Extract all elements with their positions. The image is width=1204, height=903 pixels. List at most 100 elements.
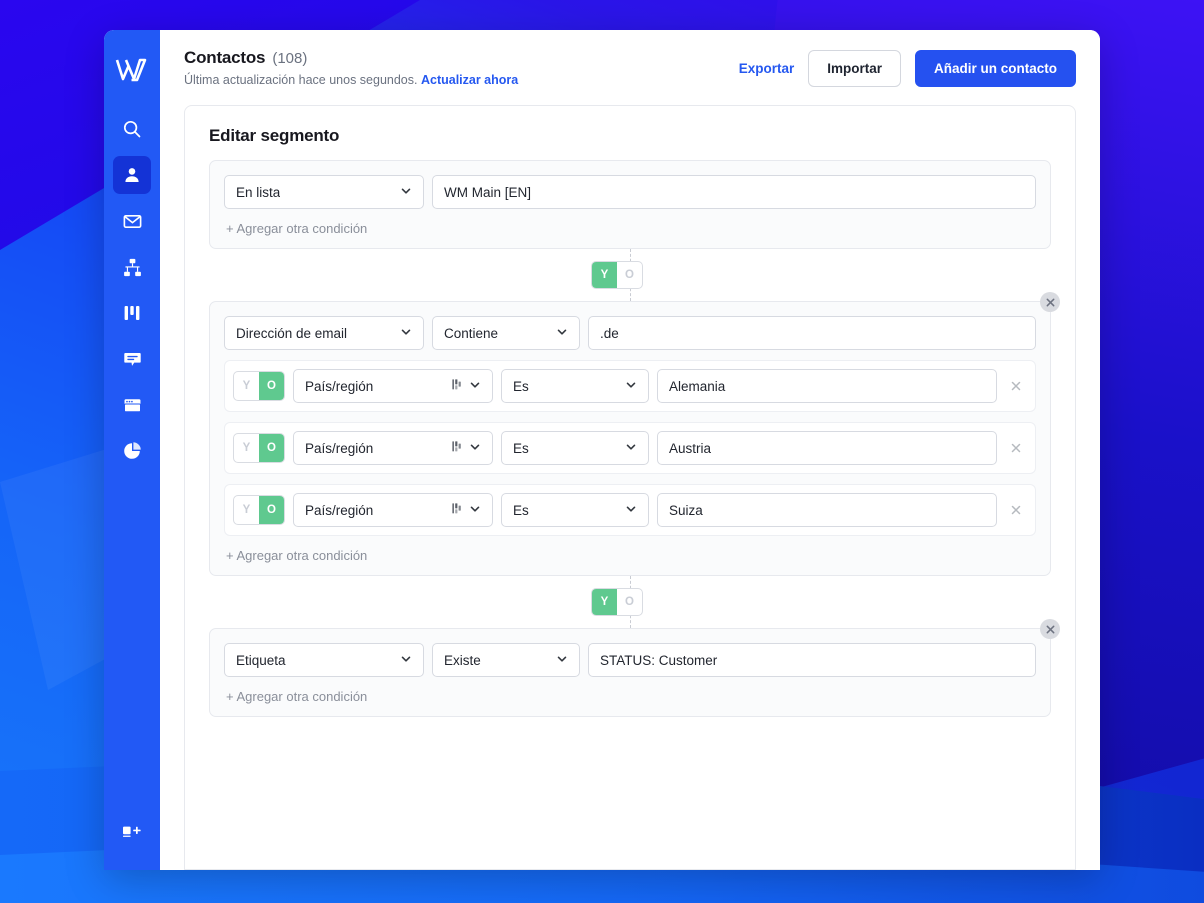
condition-operator-select[interactable]: Contiene: [432, 316, 580, 350]
condition-field-value: País/región: [305, 378, 374, 394]
sidebar-item-kanban[interactable]: [113, 294, 151, 332]
edit-segment-title: Editar segmento: [209, 126, 340, 145]
condition-row: En lista WM Main [EN]: [224, 175, 1036, 209]
condition-row: Dirección de email Contiene .de: [224, 316, 1036, 350]
page-header-text: Contactos (108) Última actualización hac…: [184, 48, 518, 87]
country-flag-icon: [451, 378, 464, 394]
chevron-down-icon: [556, 653, 568, 668]
chevron-down-icon: [625, 503, 637, 518]
add-condition-button[interactable]: + Agregar otra condición: [224, 536, 1036, 575]
close-icon: [1045, 624, 1056, 635]
condition-value-input[interactable]: WM Main [EN]: [432, 175, 1036, 209]
condition-group-card: En lista WM Main [EN] + Agregar otra condi…: [209, 160, 1051, 249]
chevron-down-icon: [556, 326, 568, 341]
condition-row: Etiqueta Existe STATUS: Customer: [224, 643, 1036, 677]
remove-condition-button[interactable]: [1005, 504, 1027, 516]
condition-field-value: País/región: [305, 502, 374, 518]
contacts-icon: [122, 165, 142, 185]
remove-condition-button[interactable]: [1005, 442, 1027, 454]
and-or-toggle[interactable]: YO: [591, 588, 643, 616]
and-or-toggle[interactable]: YO: [233, 371, 285, 401]
chevron-down-icon: [400, 653, 412, 668]
toggle-or[interactable]: O: [617, 589, 642, 615]
condition-value-input[interactable]: STATUS: Customer: [588, 643, 1036, 677]
toggle-and[interactable]: Y: [234, 434, 259, 462]
condition-value-input[interactable]: .de: [588, 316, 1036, 350]
chevron-down-icon: [625, 379, 637, 394]
condition-field-select[interactable]: País/región: [293, 493, 493, 527]
condition-value-text: Suiza: [669, 502, 703, 518]
condition-value-text: WM Main [EN]: [444, 184, 532, 200]
sidebar: [104, 30, 160, 870]
condition-field-select[interactable]: Etiqueta: [224, 643, 424, 677]
condition-field-select[interactable]: País/región: [293, 431, 493, 465]
add-condition-button[interactable]: + Agregar otra condición: [224, 209, 1036, 248]
import-button[interactable]: Importar: [808, 50, 901, 87]
sidebar-item-email[interactable]: [113, 202, 151, 240]
sidebar-nav: [104, 110, 160, 470]
chat-icon: [122, 349, 143, 370]
toggle-and[interactable]: Y: [592, 262, 617, 288]
toggle-or[interactable]: O: [259, 434, 284, 462]
condition-value-text: Austria: [669, 440, 712, 456]
remove-condition-button[interactable]: [1005, 380, 1027, 392]
condition-field-value: País/región: [305, 440, 374, 456]
header-actions: Exportar Importar Añadir un contacto: [739, 48, 1076, 87]
condition-operator-value: Contiene: [444, 325, 499, 341]
toggle-or[interactable]: O: [259, 372, 284, 400]
toggle-or[interactable]: O: [617, 262, 642, 288]
kanban-icon: [122, 303, 142, 323]
condition-field-select[interactable]: País/región: [293, 369, 493, 403]
condition-operator-select[interactable]: Es: [501, 431, 649, 465]
condition-field-value: Etiqueta: [236, 652, 286, 668]
chevron-down-icon: [469, 503, 481, 518]
toggle-and[interactable]: Y: [234, 496, 259, 524]
sidebar-item-automations[interactable]: [113, 248, 151, 286]
condition-operator-value: Es: [513, 378, 529, 394]
sidebar-item-forms[interactable]: [113, 386, 151, 424]
export-button[interactable]: Exportar: [739, 61, 795, 76]
main-content: Contactos (108) Última actualización hac…: [160, 30, 1100, 870]
analytics-icon: [122, 441, 142, 461]
condition-operator-select[interactable]: Es: [501, 493, 649, 527]
toggle-and[interactable]: Y: [592, 589, 617, 615]
wix-w-logo[interactable]: [112, 50, 152, 90]
condition-group: Etiqueta Existe STATUS: Customer + Agregar …: [209, 619, 1060, 717]
condition-value-text: STATUS: Customer: [600, 652, 718, 668]
condition-value-text: .de: [600, 325, 619, 341]
forms-icon: [122, 396, 143, 415]
condition-field-select[interactable]: Dirección de email: [224, 316, 424, 350]
app-window: Contactos (108) Última actualización hac…: [104, 30, 1100, 870]
email-icon: [122, 211, 143, 232]
condition-row: Y O País/región Es Suiza: [224, 484, 1036, 536]
remove-group-button[interactable]: [1040, 292, 1060, 312]
sidebar-item-chat[interactable]: [113, 340, 151, 378]
and-or-toggle[interactable]: YO: [233, 495, 285, 525]
condition-value-text: Alemania: [669, 378, 726, 394]
condition-value-input[interactable]: Austria: [657, 431, 997, 465]
remove-group-button[interactable]: [1040, 619, 1060, 639]
condition-field-select[interactable]: En lista: [224, 175, 424, 209]
sidebar-item-contacts[interactable]: [113, 156, 151, 194]
condition-operator-select[interactable]: Es: [501, 369, 649, 403]
add-condition-button[interactable]: + Agregar otra condición: [224, 677, 1036, 716]
refresh-now-link[interactable]: Actualizar ahora: [421, 73, 518, 87]
toggle-and[interactable]: Y: [234, 372, 259, 400]
country-flag-icon: [451, 440, 464, 456]
country-flag-icon: [451, 502, 464, 518]
sidebar-item-search[interactable]: [113, 110, 151, 148]
condition-value-input[interactable]: Alemania: [657, 369, 997, 403]
contacts-count: (108): [272, 50, 308, 67]
condition-value-input[interactable]: Suiza: [657, 493, 997, 527]
condition-field-value: Dirección de email: [236, 325, 348, 341]
and-or-toggle[interactable]: YO: [591, 261, 643, 289]
add-app-icon: [122, 823, 142, 844]
condition-field-value: En lista: [236, 184, 281, 200]
sidebar-item-analytics[interactable]: [113, 432, 151, 470]
toggle-or[interactable]: O: [259, 496, 284, 524]
condition-operator-select[interactable]: Existe: [432, 643, 580, 677]
close-icon: [1045, 297, 1056, 308]
add-contact-button[interactable]: Añadir un contacto: [914, 50, 1076, 87]
and-or-toggle[interactable]: YO: [233, 433, 285, 463]
sidebar-item-add-app[interactable]: [104, 823, 160, 844]
